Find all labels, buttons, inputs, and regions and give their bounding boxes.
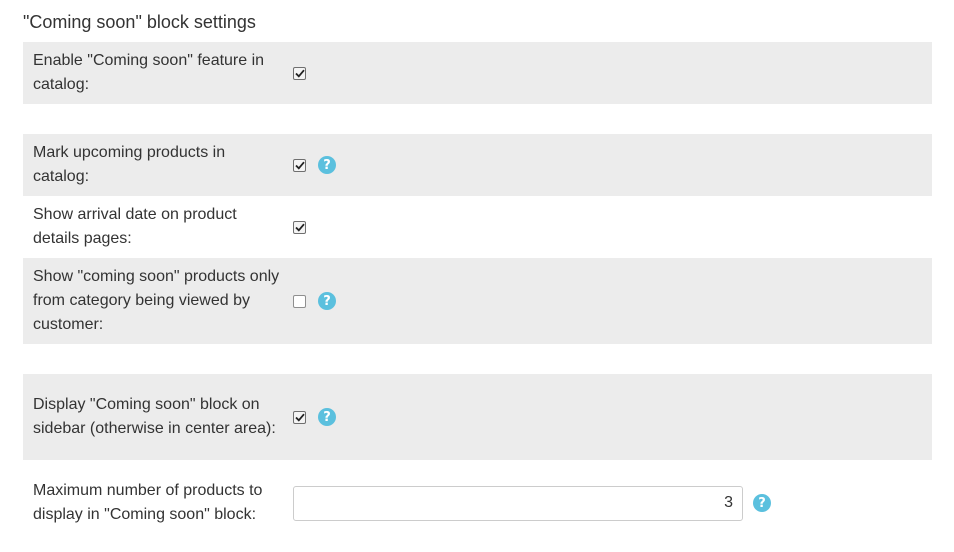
- enable-feature-checkbox[interactable]: [293, 66, 306, 80]
- setting-row-enable-feature: Enable "Coming soon" feature in catalog:: [23, 42, 932, 104]
- setting-control: ?: [293, 156, 336, 174]
- setting-control: ?: [293, 408, 336, 426]
- setting-control: [293, 220, 306, 234]
- setting-row-sidebar-display: Display "Coming soon" block on sidebar (…: [23, 374, 932, 460]
- sidebar-display-checkbox[interactable]: [293, 410, 306, 424]
- setting-row-mark-upcoming: Mark upcoming products in catalog: ?: [23, 134, 932, 196]
- setting-control: ?: [293, 485, 771, 521]
- setting-label: Maximum number of products to display in…: [33, 482, 263, 523]
- setting-row-arrival-date: Show arrival date on product details pag…: [23, 196, 932, 258]
- setting-row-category-only: Show "coming soon" products only from ca…: [23, 258, 932, 344]
- arrival-date-checkbox[interactable]: [293, 220, 306, 234]
- setting-label: Enable "Coming soon" feature in catalog:: [33, 52, 265, 93]
- category-only-checkbox[interactable]: [293, 294, 306, 308]
- coming-soon-settings-panel: "Coming soon" block settings Enable "Com…: [0, 0, 954, 552]
- mark-upcoming-checkbox[interactable]: [293, 158, 306, 172]
- setting-control: ?: [293, 292, 336, 310]
- question-circle-icon[interactable]: ?: [318, 156, 336, 174]
- max-products-input[interactable]: [293, 485, 743, 521]
- setting-control: [293, 66, 306, 80]
- setting-label: Show "coming soon" products only from ca…: [33, 268, 280, 333]
- setting-label: Show arrival date on product details pag…: [33, 206, 237, 247]
- question-circle-icon[interactable]: ?: [318, 408, 336, 426]
- setting-label: Mark upcoming products in catalog:: [33, 144, 226, 185]
- question-circle-icon[interactable]: ?: [753, 494, 771, 512]
- section-title: "Coming soon" block settings: [23, 12, 256, 32]
- question-circle-icon[interactable]: ?: [318, 292, 336, 310]
- setting-label: Display "Coming soon" block on sidebar (…: [33, 396, 276, 437]
- setting-row-max-products: Maximum number of products to display in…: [23, 460, 932, 546]
